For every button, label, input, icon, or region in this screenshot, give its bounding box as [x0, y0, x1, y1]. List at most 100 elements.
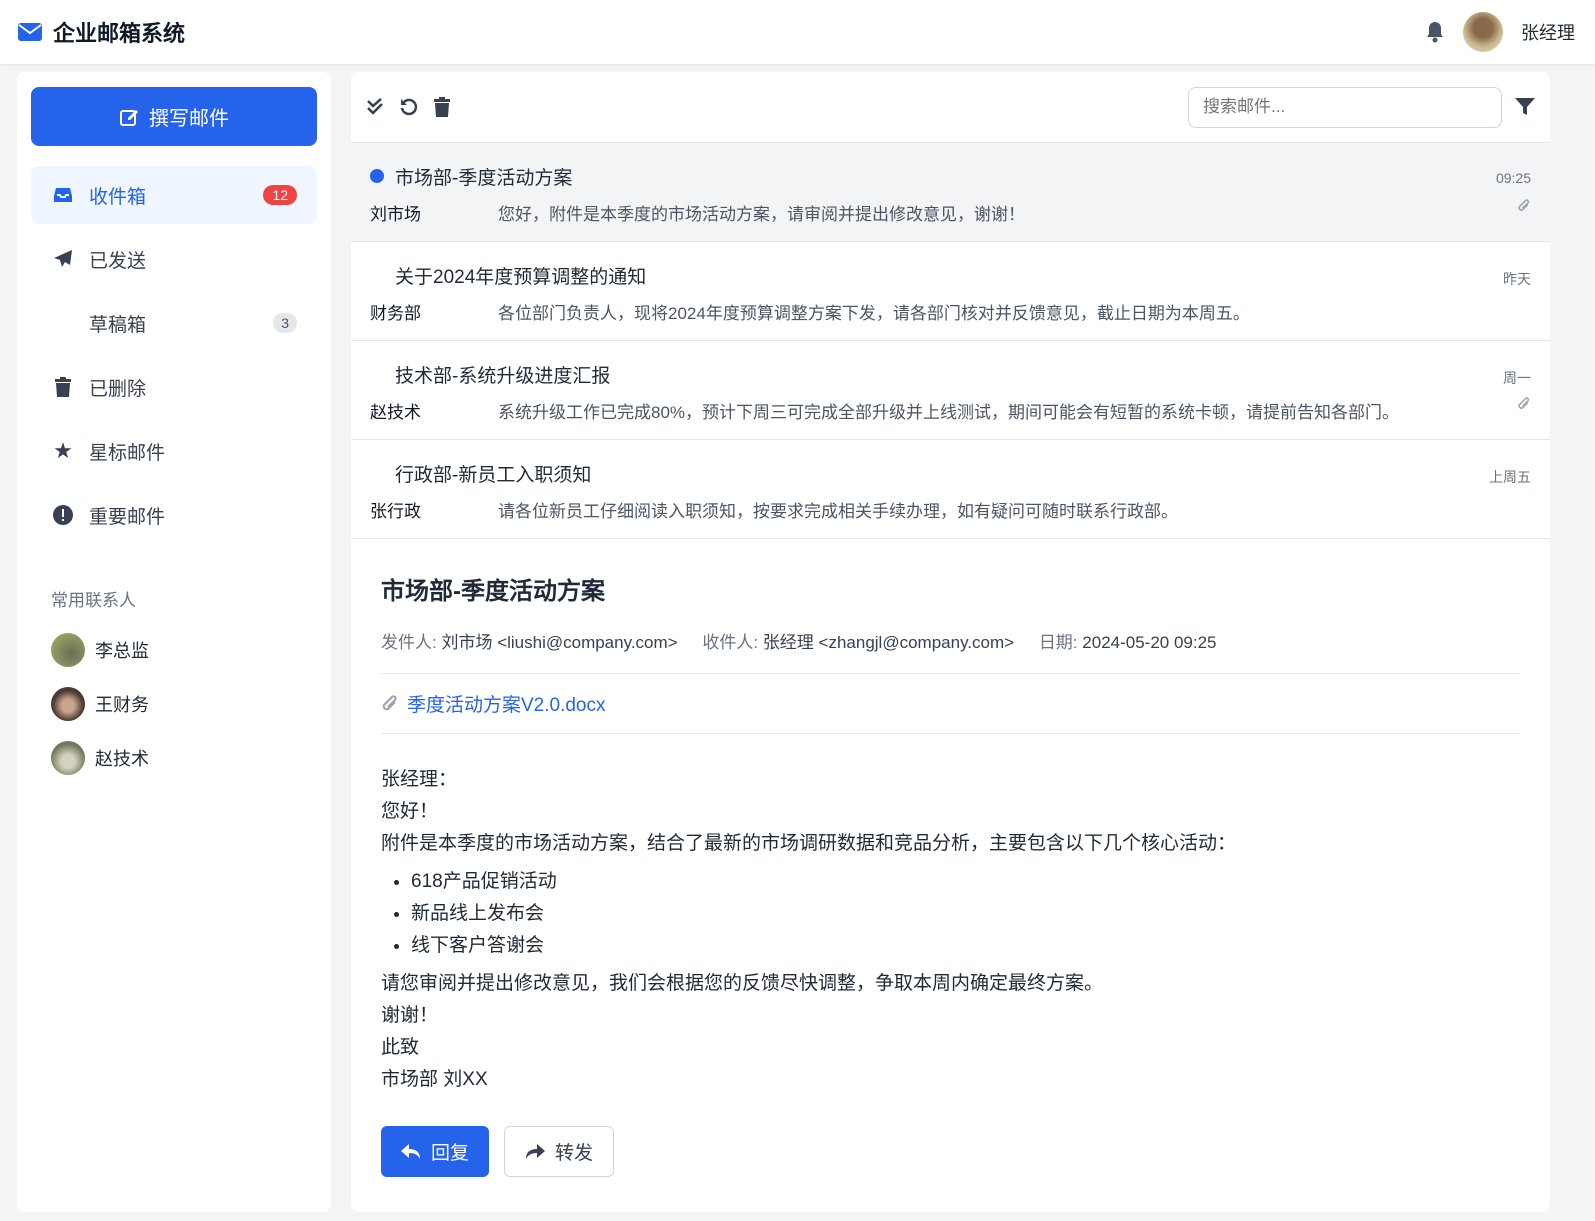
subject-text: 行政部-新员工入职须知 [395, 465, 592, 486]
email-preview: 系统升级工作已完成80%，预计下周三可完成全部升级并上线测试，期间可能会有短暂的… [498, 403, 1400, 422]
email-subject: 技术部-系统升级进度汇报 [370, 361, 1531, 388]
email-row[interactable]: 市场部-季度活动方案 刘市场 您好，附件是本季度的市场活动方案，请审阅并提出修改意… [351, 143, 1550, 242]
inbox-icon [51, 186, 75, 204]
sidebar: 撰写邮件 收件箱 12 已发送 草稿箱 3 已删除 ★ 星标邮件 重要邮件 常用联系人… [17, 72, 331, 1212]
contact-name: 王财务 [95, 695, 149, 715]
star-icon: ★ [53, 438, 73, 463]
email-sender: 财务部 [370, 304, 421, 323]
date-label: 日期: [1038, 633, 1078, 652]
mail-toolbar [351, 72, 1550, 143]
email-row[interactable]: 行政部-新员工入职须知 张行政 请各位新员工仔细阅读入职须知，按要求完成相关手续办… [351, 440, 1550, 539]
activity-list: 618产品促销活动 新品线上发布会 线下客户答谢会 [411, 866, 1520, 962]
contact-name: 李总监 [95, 641, 149, 661]
email-subject: 行政部-新员工入职须知 [370, 460, 1531, 487]
email-preview: 您好，附件是本季度的市场活动方案，请审阅并提出修改意见，谢谢！ [498, 205, 1025, 224]
bell-icon[interactable] [1425, 21, 1445, 43]
email-body: 张经理： 您好！ 附件是本季度的市场活动方案，结合了最新的市场调研数据和竞品分析… [381, 764, 1520, 1096]
signature: 市场部 刘XX [381, 1069, 488, 1090]
compose-button[interactable]: 撰写邮件 [31, 87, 317, 146]
mark-read-icon[interactable] [365, 97, 385, 117]
filter-icon[interactable] [1514, 97, 1536, 117]
to-value: 张经理 <zhangjl@company.com> [762, 633, 1015, 652]
paperclip-icon [1518, 199, 1530, 211]
sidebar-item-starred[interactable]: ★ 星标邮件 [31, 422, 317, 480]
body-line: 附件是本季度的市场活动方案，结合了最新的市场调研数据和竞品分析，主要包含以下几个… [381, 833, 1237, 854]
reply-button[interactable]: 回复 [381, 1126, 490, 1177]
email-time: 周一 [1503, 370, 1531, 386]
email-time: 09:25 [1495, 170, 1531, 186]
contact-avatar [51, 687, 85, 721]
body-line: 您好！ [381, 801, 439, 822]
email-time: 上周五 [1489, 469, 1531, 485]
contacts-title: 常用联系人 [51, 591, 136, 610]
user-name[interactable]: 张经理 [1521, 19, 1575, 45]
unread-dot [370, 169, 384, 183]
body-line: 张经理： [381, 769, 458, 790]
email-sender: 张行政 [370, 502, 421, 521]
body-line: 请您审阅并提出修改意见，我们会根据您的反馈尽快调整，争取本周内确定最终方案。 [381, 973, 1104, 994]
paperclip-icon [382, 694, 397, 710]
email-sender: 刘市场 [370, 205, 421, 224]
email-sender: 赵技术 [370, 403, 421, 422]
to-label: 收件人: [702, 633, 759, 652]
app-logo[interactable]: 企业邮箱系统 [17, 16, 185, 48]
contact-item[interactable]: 李总监 [31, 623, 317, 677]
email-subject: 关于2024年度预算调整的通知 [370, 262, 1531, 289]
activity-item: 新品线上发布会 [411, 898, 1520, 930]
from-label: 发件人: [381, 633, 437, 652]
email-title: 市场部-季度活动方案 [381, 578, 605, 605]
drafts-badge: 3 [273, 313, 297, 333]
nav-label: 星标邮件 [89, 442, 166, 464]
sidebar-item-inbox[interactable]: 收件箱 12 [31, 166, 317, 224]
mail-panel: 市场部-季度活动方案 刘市场 您好，附件是本季度的市场活动方案，请审阅并提出修改意… [351, 72, 1550, 1212]
attachment-link[interactable]: 季度活动方案V2.0.docx [381, 674, 1520, 734]
contact-item[interactable]: 王财务 [31, 677, 317, 731]
email-preview: 各位部门负责人，现将2024年度预算调整方案下发，请各部门核对并反馈意见，截止日… [498, 304, 1250, 323]
subject-text: 关于2024年度预算调整的通知 [395, 267, 647, 288]
body-line: 此致 [381, 1037, 420, 1058]
nav-label: 已发送 [89, 250, 147, 272]
contact-avatar [51, 633, 85, 667]
sidebar-item-trash[interactable]: 已删除 [31, 358, 317, 416]
activity-item: 618产品促销活动 [411, 866, 1520, 898]
trash-icon [51, 377, 75, 397]
compose-label: 撰写邮件 [149, 108, 229, 130]
sidebar-item-important[interactable]: 重要邮件 [31, 486, 317, 544]
edit-icon [120, 109, 138, 126]
sidebar-item-sent[interactable]: 已发送 [31, 230, 317, 288]
refresh-icon[interactable] [399, 97, 419, 117]
unread-badge: 12 [263, 185, 297, 205]
email-time: 昨天 [1503, 271, 1531, 287]
email-meta: 发件人: 刘市场 <liushi@company.com> 收件人: 张经理 <… [381, 628, 1520, 674]
forward-label: 转发 [555, 1143, 594, 1164]
date-value: 2024-05-20 09:25 [1082, 633, 1217, 652]
email-row[interactable]: 关于2024年度预算调整的通知 财务部 各位部门负责人，现将2024年度预算调整方… [351, 242, 1550, 341]
forward-button[interactable]: 转发 [504, 1126, 615, 1177]
forward-icon [526, 1143, 546, 1159]
contact-item[interactable]: 赵技术 [31, 731, 317, 785]
body-line: 谢谢！ [381, 1005, 439, 1026]
app-title: 企业邮箱系统 [53, 21, 186, 46]
top-bar: 企业邮箱系统 张经理 [0, 0, 1595, 64]
envelope-icon [18, 23, 42, 41]
contact-avatar [51, 741, 85, 775]
email-row[interactable]: 技术部-系统升级进度汇报 赵技术 系统升级工作已完成80%，预计下周三可完成全部升… [351, 341, 1550, 440]
subject-text: 技术部-系统升级进度汇报 [395, 366, 611, 387]
reply-icon [401, 1143, 420, 1159]
activity-item: 线下客户答谢会 [411, 930, 1520, 962]
delete-icon[interactable] [433, 97, 451, 117]
email-subject: 市场部-季度活动方案 [370, 163, 1531, 190]
sidebar-item-drafts[interactable]: 草稿箱 3 [31, 294, 317, 352]
user-avatar[interactable] [1463, 12, 1503, 52]
attachment-name: 季度活动方案V2.0.docx [407, 695, 606, 716]
from-value: 刘市场 <liushi@company.com> [441, 633, 678, 652]
email-detail: 市场部-季度活动方案 发件人: 刘市场 <liushi@company.com>… [351, 539, 1550, 1209]
reply-label: 回复 [431, 1143, 470, 1164]
nav-label: 草稿箱 [89, 314, 147, 336]
nav-label: 已删除 [89, 378, 147, 400]
search-input[interactable] [1188, 86, 1502, 128]
nav-label: 收件箱 [89, 186, 147, 208]
contact-name: 赵技术 [95, 749, 149, 769]
exclamation-circle-icon [51, 505, 75, 525]
subject-text: 市场部-季度活动方案 [395, 168, 573, 189]
